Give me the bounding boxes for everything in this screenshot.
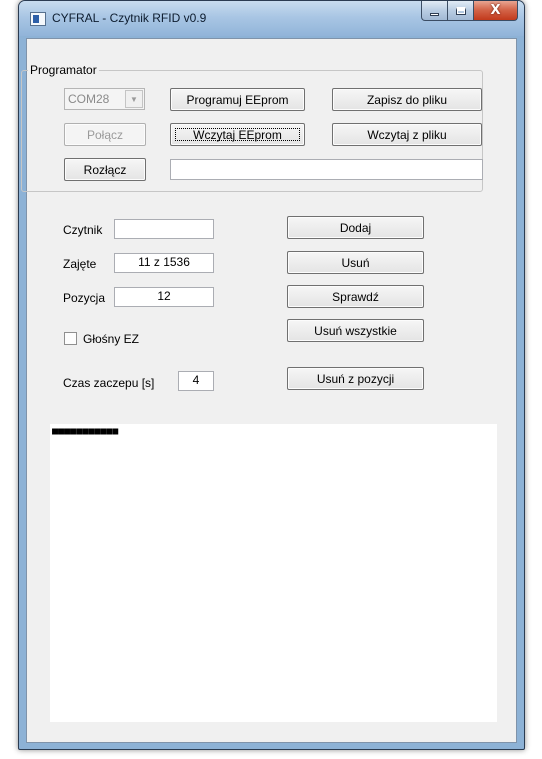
delay-label: Czas zaczepu [s] (63, 376, 155, 390)
caption-buttons: X (421, 1, 518, 21)
program-eeprom-button[interactable]: Programuj EEprom (170, 88, 305, 111)
position-label: Pozycja (63, 291, 106, 305)
window-title: CYFRAL - Czytnik RFID v0.9 (52, 11, 207, 25)
com-port-value: COM28 (68, 92, 110, 106)
title-bar[interactable]: CYFRAL - Czytnik RFID v0.9 X (19, 1, 524, 36)
log-line: ■■■■■■■■■■■ (52, 426, 119, 437)
loud-ez-checkbox[interactable] (64, 332, 77, 345)
read-eeprom-button[interactable]: Wczytaj EEprom (170, 123, 305, 146)
minimize-button[interactable] (421, 1, 448, 21)
reader-field[interactable] (114, 219, 214, 239)
check-button[interactable]: Sprawdź (287, 285, 424, 308)
position-field[interactable]: 12 (114, 287, 214, 307)
close-icon: X (490, 3, 501, 18)
chevron-down-icon[interactable]: ▼ (125, 90, 143, 108)
disconnect-button[interactable]: Rozłącz (64, 158, 146, 181)
save-to-file-button[interactable]: Zapisz do pliku (332, 88, 482, 111)
remove-from-position-button[interactable]: Usuń z pozycji (287, 367, 424, 390)
maximize-icon (455, 6, 466, 15)
remove-all-button[interactable]: Usuń wszystkie (287, 319, 424, 342)
minimize-icon (430, 12, 439, 16)
occupied-field[interactable]: 11 z 1536 (114, 253, 214, 273)
maximize-button[interactable] (448, 1, 474, 21)
app-icon[interactable] (30, 12, 46, 26)
add-button[interactable]: Dodaj (287, 216, 424, 239)
connect-button[interactable]: Połącz (64, 123, 146, 146)
reader-label: Czytnik (63, 223, 103, 237)
remove-button[interactable]: Usuń (287, 251, 424, 274)
loud-ez-label[interactable]: Głośny EZ (83, 332, 139, 346)
load-from-file-button[interactable]: Wczytaj z pliku (332, 123, 482, 146)
log-output[interactable]: ■■■■■■■■■■■ (50, 424, 497, 722)
occupied-label: Zajęte (63, 257, 97, 271)
programator-group-label: Programator (28, 63, 99, 77)
com-port-select[interactable]: COM28 ▼ (64, 88, 145, 110)
programator-status-field[interactable] (170, 159, 483, 180)
close-button[interactable]: X (474, 1, 518, 21)
delay-field[interactable]: 4 (178, 371, 214, 391)
